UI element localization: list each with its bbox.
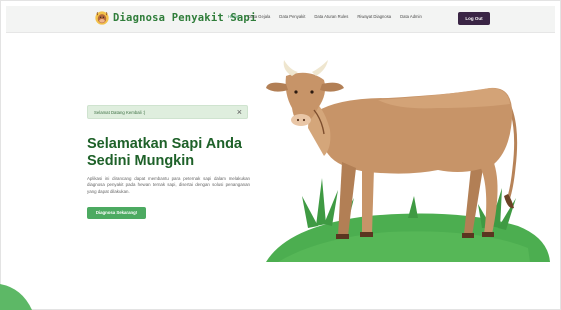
diagnose-now-button[interactable]: Diagnosa Sekarang! — [87, 207, 146, 219]
cow-illustration — [266, 60, 550, 262]
cow-horn-right — [312, 60, 328, 76]
cow-ear-right — [320, 82, 344, 92]
cow-face-icon — [95, 11, 109, 25]
nav-link-data-aturan-rules[interactable]: Data Aturan Rules — [314, 14, 348, 19]
navbar: Diagnosa Penyakit Sapi Home Data Gejala … — [6, 6, 555, 33]
decorative-corner-blob — [0, 284, 32, 310]
nav-link-riwayat-diagnosa[interactable]: Riwayat Diagnosa — [357, 14, 391, 19]
welcome-alert: Selamat Datang Kembali :) × — [87, 105, 248, 119]
nav-link-home[interactable]: Home — [228, 14, 239, 19]
hero-title: Selamatkan Sapi Anda Sedini Mungkin — [87, 136, 277, 170]
nav-link-data-admin[interactable]: Data Admin — [400, 14, 422, 19]
hero-description: Aplikasi ini dirancang dapat membantu pa… — [87, 176, 250, 194]
hero-title-line1: Selamatkan Sapi Anda — [87, 136, 242, 152]
hero-title-line2: Sedini Mungkin — [87, 153, 195, 169]
cow-ear-left — [266, 82, 288, 92]
nav-link-data-gejala[interactable]: Data Gejala — [248, 14, 270, 19]
nav-links: Home Data Gejala Data Penyakit Data Atur… — [228, 14, 422, 19]
logout-button[interactable]: Log Out — [458, 12, 490, 25]
nav-link-data-penyakit[interactable]: Data Penyakit — [279, 14, 305, 19]
alert-message: Selamat Datang Kembali :) — [94, 110, 146, 115]
close-icon[interactable]: × — [237, 107, 242, 118]
